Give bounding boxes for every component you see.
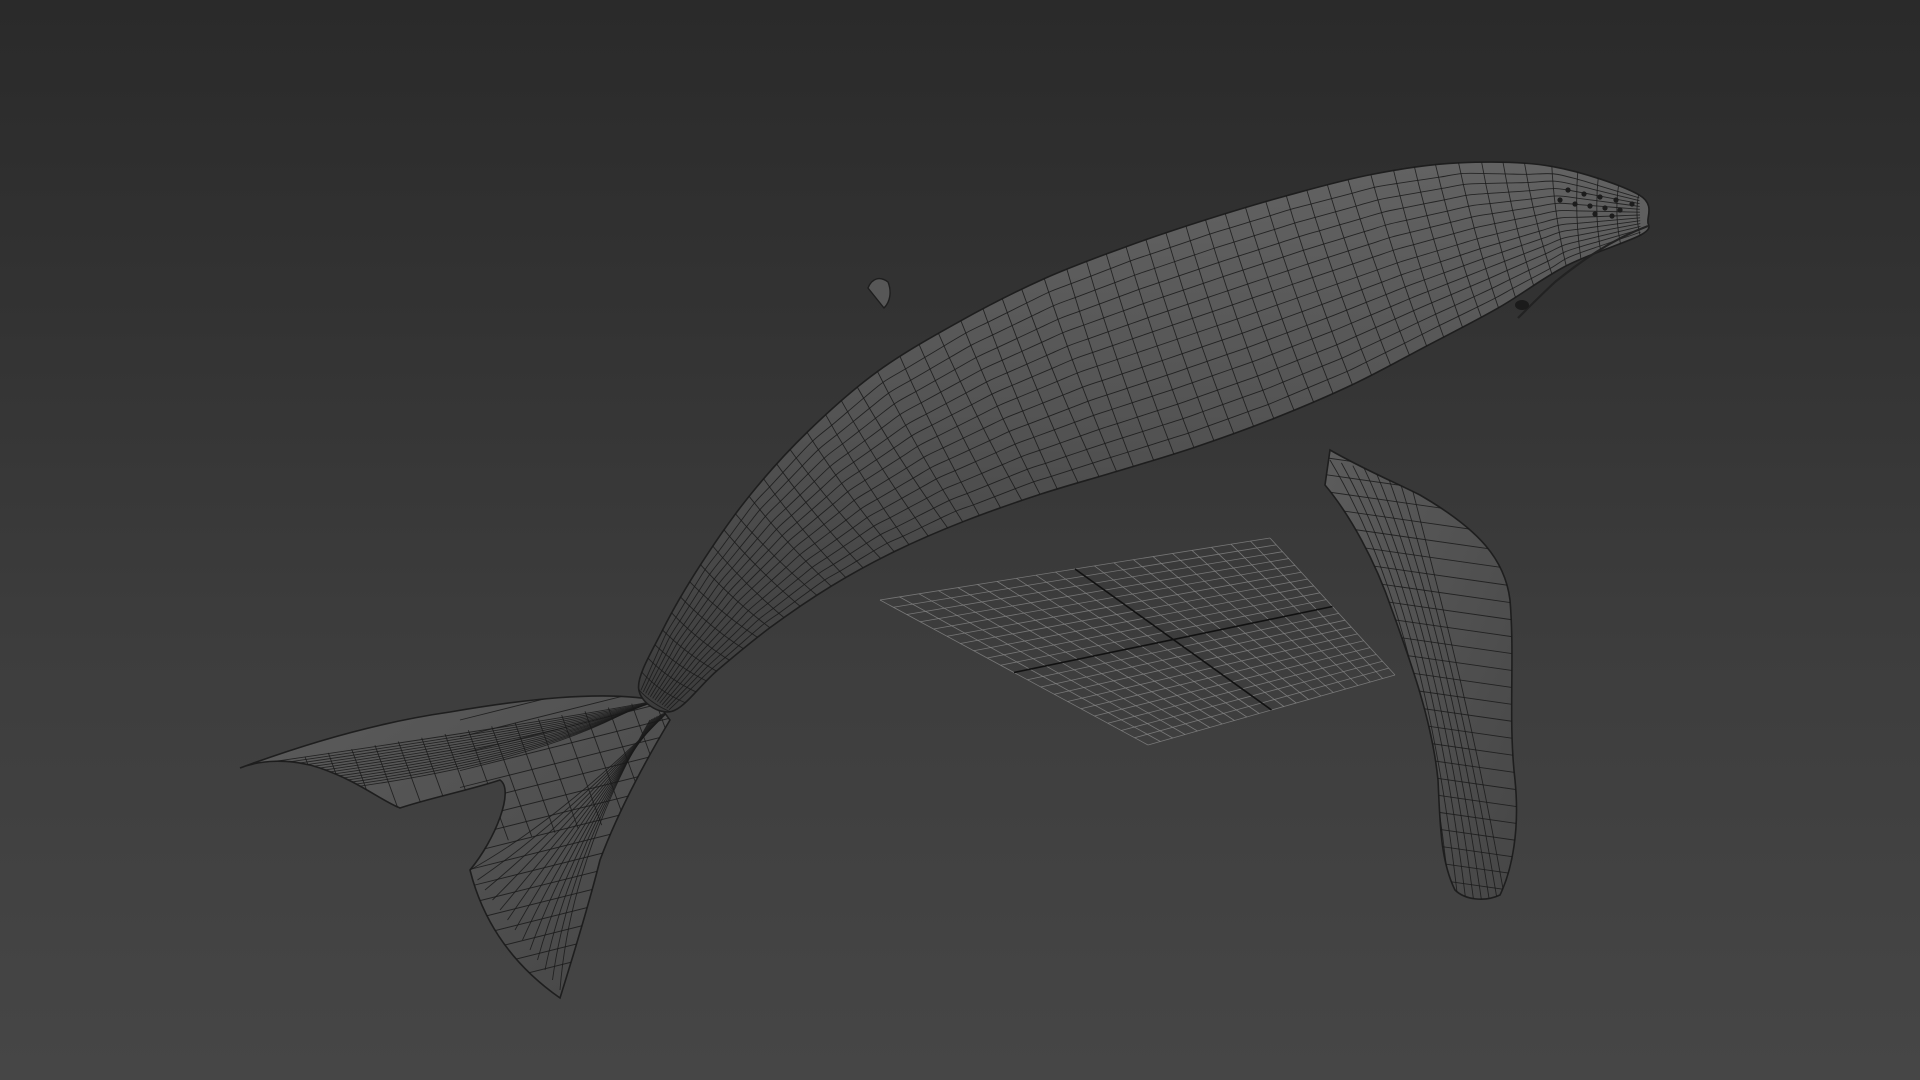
whale-dorsal-fin[interactable] [867,277,891,310]
ground-grid [879,537,1396,746]
scene-canvas[interactable] [0,0,1920,1080]
whale-mesh[interactable] [235,152,1650,1000]
3d-viewport[interactable] [0,0,1920,1080]
whale-eye [1515,300,1529,310]
whale-tail-fluke[interactable] [239,695,671,1000]
